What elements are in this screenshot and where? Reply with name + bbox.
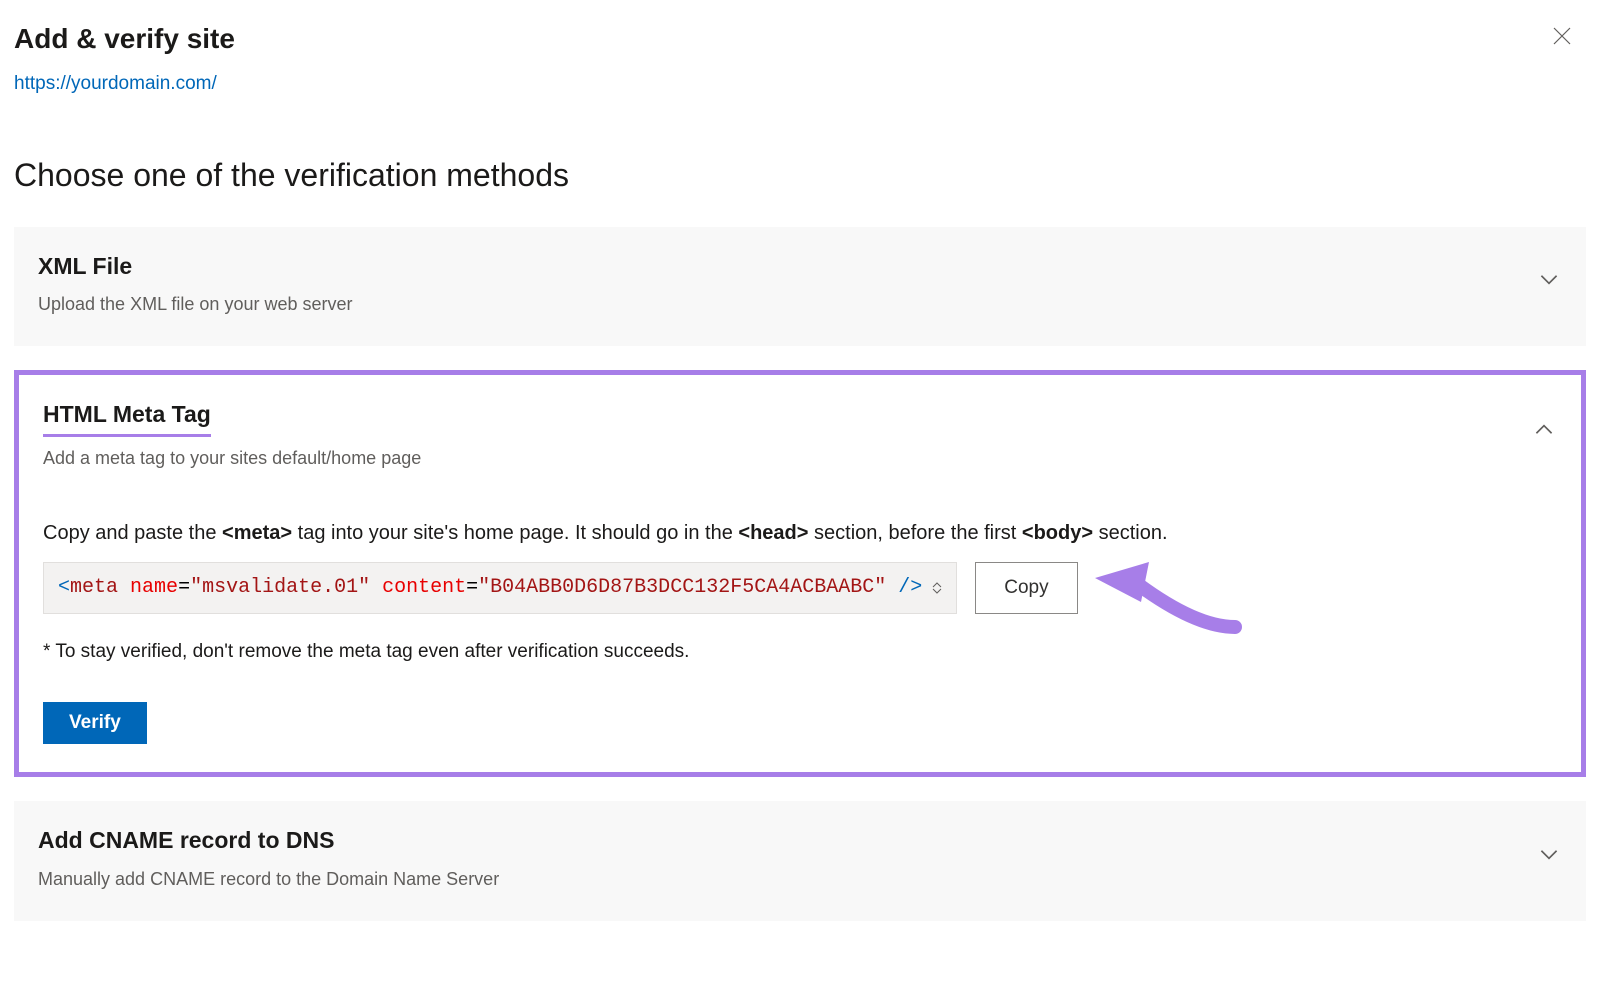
section-heading: Choose one of the verification methods — [14, 151, 1586, 199]
page-title: Add & verify site — [14, 18, 235, 60]
method-cname-dns[interactable]: Add CNAME record to DNS Manually add CNA… — [14, 801, 1586, 921]
close-icon[interactable] — [1550, 24, 1574, 48]
method-xml-file[interactable]: XML File Upload the XML file on your web… — [14, 227, 1586, 347]
annotation-arrow-icon — [1075, 542, 1255, 650]
chevron-down-icon — [1536, 266, 1562, 300]
site-url-link[interactable]: https://yourdomain.com/ — [14, 70, 217, 99]
method-html-meta-tag: HTML Meta Tag Add a meta tag to your sit… — [14, 370, 1586, 777]
method-meta-subtitle: Add a meta tag to your sites default/hom… — [43, 445, 421, 472]
meta-note-text: * To stay verified, don't remove the met… — [43, 638, 1557, 667]
method-cname-title: Add CNAME record to DNS — [38, 823, 499, 858]
method-xml-title: XML File — [38, 249, 353, 284]
method-xml-subtitle: Upload the XML file on your web server — [38, 291, 353, 318]
meta-tag-code-field[interactable]: <meta name="msvalidate.01" content="B04A… — [43, 562, 957, 614]
meta-instruction-text: Copy and paste the <meta> tag into your … — [43, 518, 1557, 548]
stepper-icon[interactable] — [932, 582, 942, 594]
chevron-down-icon — [1536, 841, 1562, 875]
copy-button[interactable]: Copy — [975, 562, 1077, 614]
method-meta-header[interactable]: HTML Meta Tag Add a meta tag to your sit… — [43, 397, 1557, 472]
method-cname-subtitle: Manually add CNAME record to the Domain … — [38, 866, 499, 893]
chevron-up-icon — [1531, 417, 1557, 451]
method-meta-title: HTML Meta Tag — [43, 397, 211, 437]
verify-button[interactable]: Verify — [43, 702, 147, 744]
